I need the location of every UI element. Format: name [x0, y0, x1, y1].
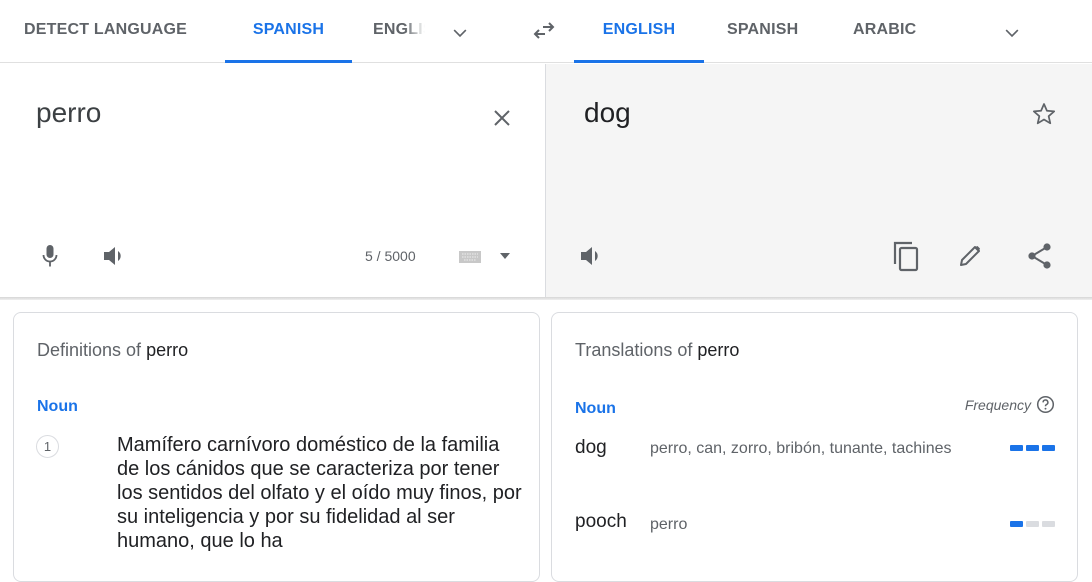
frequency-bar-segment: [1042, 521, 1055, 527]
frequency-bar-segment: [1026, 521, 1039, 527]
translations-title-word: perro: [697, 340, 740, 360]
keyboard-icon: [459, 251, 481, 263]
tab-target-spanish[interactable]: SPANISH: [727, 0, 798, 63]
character-count: 5 / 5000: [365, 248, 416, 264]
frequency-bar-segment: [1010, 445, 1023, 451]
edit-icon: [960, 246, 980, 266]
tab-target-arabic[interactable]: ARABIC: [853, 0, 916, 63]
tab-target-english[interactable]: ENGLISH: [574, 0, 704, 63]
source-more-languages-button[interactable]: [446, 19, 474, 47]
frequency-bar-segment: [1026, 445, 1039, 451]
speaker-icon: [104, 247, 121, 265]
back-translations: perro: [650, 516, 688, 533]
definitions-title-prefix: Definitions of: [37, 340, 142, 360]
translations-title-prefix: Translations of: [575, 340, 693, 360]
translation-row[interactable]: dog perro, can, zorro, bribón, tunante, …: [575, 435, 1055, 505]
swap-languages-button[interactable]: [528, 17, 560, 47]
translation-word[interactable]: pooch: [575, 511, 627, 533]
source-panel: perro 5 / 5000: [0, 64, 546, 298]
language-bar: DETECT LANGUAGE SPANISH ENGLISH ENGLISH …: [0, 0, 1092, 63]
swap-languages-icon: [533, 22, 555, 39]
copy-translation-button[interactable]: [888, 238, 924, 274]
target-panel: dog: [546, 64, 1092, 298]
frequency-bar-segment: [1010, 521, 1023, 527]
speaker-icon: [581, 247, 598, 265]
chevron-down-icon: [453, 29, 467, 38]
frequency-bar-segment: [1042, 445, 1055, 451]
tab-source-english[interactable]: ENGLISH: [373, 0, 425, 63]
help-icon[interactable]: [1036, 395, 1055, 414]
frequency-bars: [1010, 521, 1055, 527]
panels-divider: [0, 297, 1092, 300]
save-translation-button[interactable]: [1028, 98, 1060, 130]
dropdown-icon: [500, 253, 510, 259]
source-text-input[interactable]: perro: [36, 97, 101, 129]
microphone-icon: [42, 245, 58, 267]
target-more-languages-button[interactable]: [998, 19, 1026, 47]
close-icon: [494, 110, 510, 126]
frequency-bars: [1010, 445, 1055, 451]
translations-card: Translations of perro Noun Frequency dog…: [551, 312, 1078, 582]
input-tools-button[interactable]: [455, 247, 485, 267]
chevron-down-icon: [1005, 29, 1019, 38]
copy-icon: [893, 241, 919, 272]
edit-translation-button[interactable]: [954, 240, 986, 272]
tab-source-detect-language[interactable]: DETECT LANGUAGE: [24, 0, 187, 63]
clear-source-button[interactable]: [486, 102, 518, 134]
tab-source-spanish[interactable]: SPANISH: [225, 0, 352, 63]
definitions-title: Definitions of perro: [37, 340, 188, 361]
definitions-card: Definitions of perro Noun 1 Mamífero car…: [13, 312, 540, 582]
frequency-header: Frequency: [965, 395, 1055, 414]
definition-text: Mamífero carnívoro doméstico de la famil…: [117, 434, 522, 552]
share-icon: [1028, 243, 1051, 269]
translation-row[interactable]: pooch perro: [575, 511, 1055, 545]
voice-input-button[interactable]: [34, 240, 66, 272]
star-icon: [1032, 103, 1056, 125]
translated-text: dog: [584, 97, 631, 128]
definition-number: 1: [36, 435, 59, 458]
definitions-part-of-speech: Noun: [37, 398, 78, 415]
target-listen-button[interactable]: [576, 240, 608, 272]
translation-word[interactable]: dog: [575, 437, 607, 459]
frequency-label: Frequency: [964, 396, 1031, 413]
definitions-title-word: perro: [146, 340, 189, 360]
share-translation-button[interactable]: [1024, 240, 1056, 272]
back-translations: perro, can, zorro, bribón, tunante, tach…: [650, 440, 952, 457]
translations-title: Translations of perro: [575, 340, 739, 361]
input-tools-dropdown[interactable]: [496, 247, 514, 265]
source-listen-button[interactable]: [99, 240, 131, 272]
translations-part-of-speech: Noun: [575, 400, 616, 417]
